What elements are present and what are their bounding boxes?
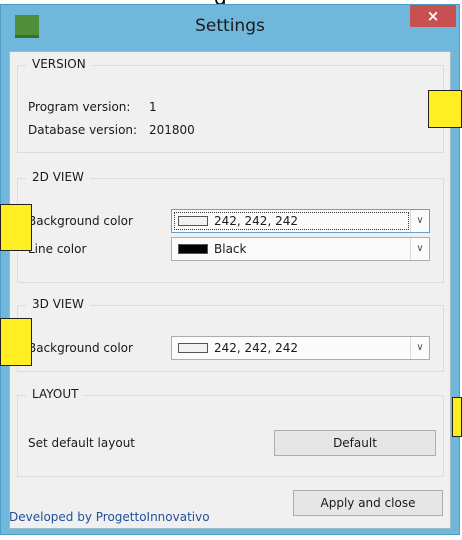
chevron-down-icon[interactable]: ∨ bbox=[410, 337, 429, 359]
layout-group: LAYOUT Set default layout Default bbox=[17, 387, 444, 477]
settings-window: Settings × VERSION Program version: 1 Da… bbox=[0, 4, 460, 535]
version-group-title: VERSION bbox=[26, 57, 92, 71]
settings-client-area: VERSION Program version: 1 Database vers… bbox=[9, 51, 451, 529]
view2d-group-title: 2D VIEW bbox=[26, 170, 90, 184]
window-title: Settings bbox=[195, 16, 265, 36]
view2d-background-value: 242, 242, 242 bbox=[214, 214, 298, 228]
view3d-background-value: 242, 242, 242 bbox=[214, 341, 298, 355]
database-version-label: Database version: bbox=[28, 123, 138, 137]
program-version-label: Program version: bbox=[28, 100, 131, 114]
title-bar[interactable]: Settings × bbox=[1, 5, 459, 49]
color-swatch bbox=[178, 343, 208, 353]
version-group: VERSION Program version: 1 Database vers… bbox=[17, 57, 444, 153]
annotation-marker-version bbox=[428, 90, 462, 128]
view2d-line-label: Line color bbox=[28, 242, 87, 256]
annotation-marker-layout bbox=[452, 397, 462, 437]
database-version-value: 201800 bbox=[149, 123, 195, 137]
program-version-value: 1 bbox=[149, 100, 157, 114]
chevron-down-icon[interactable]: ∨ bbox=[410, 238, 429, 260]
color-swatch bbox=[178, 244, 208, 254]
apply-and-close-button[interactable]: Apply and close bbox=[293, 490, 443, 516]
chevron-down-icon[interactable]: ∨ bbox=[410, 210, 429, 232]
view2d-line-value: Black bbox=[214, 242, 247, 256]
annotation-marker-2d-view bbox=[0, 204, 32, 251]
layout-group-title: LAYOUT bbox=[26, 387, 85, 401]
close-button[interactable]: × bbox=[410, 5, 456, 27]
view2d-group: 2D VIEW Background color 242, 242, 242 ∨… bbox=[17, 170, 444, 283]
view2d-background-color-select[interactable]: 242, 242, 242 ∨ bbox=[171, 209, 430, 233]
view2d-line-color-select[interactable]: Black ∨ bbox=[171, 237, 430, 261]
developer-credit: Developed by ProgettoInnovativo bbox=[9, 510, 210, 524]
set-default-layout-label: Set default layout bbox=[28, 436, 135, 450]
view3d-background-label: Background color bbox=[28, 341, 133, 355]
view3d-background-color-select[interactable]: 242, 242, 242 ∨ bbox=[171, 336, 430, 360]
view2d-background-label: Background color bbox=[28, 214, 133, 228]
annotation-marker-3d-view bbox=[0, 318, 32, 366]
default-layout-button[interactable]: Default bbox=[274, 430, 436, 456]
view3d-group-title: 3D VIEW bbox=[26, 297, 90, 311]
color-swatch bbox=[178, 216, 208, 226]
view3d-group: 3D VIEW Background color 242, 242, 242 ∨ bbox=[17, 297, 444, 372]
